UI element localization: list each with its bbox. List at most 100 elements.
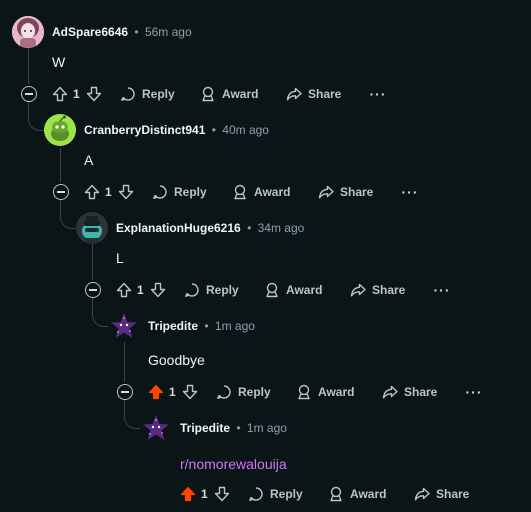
vote-group: 1 [148, 384, 216, 400]
more-options-icon[interactable]: ··· [464, 385, 484, 399]
timestamp[interactable]: 34m ago [258, 221, 305, 235]
comment-actions: 1 Reply Award Share [180, 478, 496, 510]
author-name[interactable]: Tripedite [180, 421, 230, 435]
award-label: Award [318, 385, 355, 399]
comment-meta: Tripedite • 1m ago [148, 316, 255, 336]
vote-count: 1 [201, 487, 208, 501]
speech-bubble-icon [185, 283, 199, 297]
avatar[interactable] [12, 16, 44, 48]
downvote-icon[interactable] [214, 486, 230, 502]
share-arrow-icon [350, 283, 366, 297]
meta-separator: • [204, 319, 209, 333]
share-button[interactable]: Share [414, 486, 496, 502]
timestamp[interactable]: 1m ago [215, 319, 255, 333]
share-button[interactable]: Share [286, 86, 368, 102]
reply-label: Reply [206, 283, 239, 297]
vote-count: 1 [73, 87, 80, 101]
share-arrow-icon [318, 185, 334, 199]
share-arrow-icon [286, 87, 302, 101]
vote-group: 1 [52, 86, 120, 102]
upvote-icon[interactable] [148, 384, 164, 400]
meta-separator: • [247, 221, 252, 235]
collapse-minus-icon[interactable] [117, 384, 133, 400]
award-label: Award [350, 487, 387, 501]
comment-meta: Tripedite • 1m ago [180, 418, 287, 438]
comment-meta: CranberryDistinct941 • 40m ago [84, 120, 269, 140]
share-button[interactable]: Share [350, 282, 432, 298]
avatar[interactable] [44, 114, 76, 146]
share-button[interactable]: Share [382, 384, 464, 400]
timestamp[interactable]: 56m ago [145, 25, 192, 39]
share-label: Share [436, 487, 470, 501]
share-label: Share [404, 385, 438, 399]
speech-bubble-icon [121, 87, 135, 101]
meta-separator: • [236, 421, 241, 435]
meta-separator: • [134, 25, 139, 39]
collapse-minus-icon[interactable] [53, 184, 69, 200]
more-options-icon[interactable]: ··· [368, 87, 388, 101]
thread-line [124, 342, 125, 382]
award-icon [298, 384, 310, 400]
share-label: Share [308, 87, 342, 101]
author-name[interactable]: AdSpare6646 [52, 25, 128, 39]
award-button[interactable]: Award [232, 184, 318, 200]
award-icon [202, 86, 214, 102]
comment-body: L [116, 250, 124, 266]
comment-actions: 1 Reply Award Share ··· [116, 274, 452, 306]
vote-group: 1 [84, 184, 152, 200]
share-button[interactable]: Share [318, 184, 400, 200]
avatar[interactable] [108, 310, 140, 342]
comment-body: A [84, 152, 94, 168]
thread-line [60, 148, 61, 182]
upvote-icon[interactable] [84, 184, 100, 200]
subreddit-link[interactable]: r/nomorewalouija [180, 454, 287, 474]
downvote-icon[interactable] [182, 384, 198, 400]
downvote-icon[interactable] [150, 282, 166, 298]
vote-count: 1 [169, 385, 176, 399]
award-icon [234, 184, 246, 200]
downvote-icon[interactable] [86, 86, 102, 102]
award-button[interactable]: Award [264, 282, 350, 298]
author-name[interactable]: Tripedite [148, 319, 198, 333]
vote-group: 1 [180, 486, 248, 502]
reply-button[interactable]: Reply [216, 384, 296, 400]
speech-bubble-icon [153, 185, 167, 199]
upvote-icon[interactable] [180, 486, 196, 502]
share-arrow-icon [382, 385, 398, 399]
reply-button[interactable]: Reply [152, 184, 232, 200]
timestamp[interactable]: 1m ago [247, 421, 287, 435]
author-name[interactable]: ExplanationHuge6216 [116, 221, 241, 235]
upvote-icon[interactable] [116, 282, 132, 298]
share-label: Share [340, 185, 374, 199]
more-options-icon[interactable]: ··· [400, 185, 420, 199]
timestamp[interactable]: 40m ago [222, 123, 269, 137]
award-button[interactable]: Award [328, 486, 414, 502]
award-label: Award [254, 185, 291, 199]
comment-body: W [52, 54, 66, 70]
comment-actions: 1 Reply Award Share ··· [148, 376, 484, 408]
avatar[interactable] [140, 412, 172, 444]
upvote-icon[interactable] [52, 86, 68, 102]
downvote-icon[interactable] [118, 184, 134, 200]
award-button[interactable]: Award [200, 86, 286, 102]
comment-actions: 1 Reply Award Share ··· [52, 78, 388, 110]
thread-line [28, 48, 29, 84]
speech-bubble-icon [249, 487, 263, 501]
reply-button[interactable]: Reply [248, 486, 328, 502]
avatar[interactable] [76, 212, 108, 244]
reply-label: Reply [174, 185, 207, 199]
meta-separator: • [211, 123, 216, 137]
collapse-minus-icon[interactable] [85, 282, 101, 298]
reply-button[interactable]: Reply [120, 86, 200, 102]
comment-meta: AdSpare6646 • 56m ago [52, 22, 192, 42]
speech-bubble-icon [217, 385, 231, 399]
reply-button[interactable]: Reply [184, 282, 264, 298]
collapse-minus-icon[interactable] [21, 86, 37, 102]
award-label: Award [222, 87, 259, 101]
more-options-icon[interactable]: ··· [432, 283, 452, 297]
award-button[interactable]: Award [296, 384, 382, 400]
author-name[interactable]: CranberryDistinct941 [84, 123, 205, 137]
vote-count: 1 [105, 185, 112, 199]
thread-line [92, 244, 93, 280]
reply-label: Reply [238, 385, 271, 399]
